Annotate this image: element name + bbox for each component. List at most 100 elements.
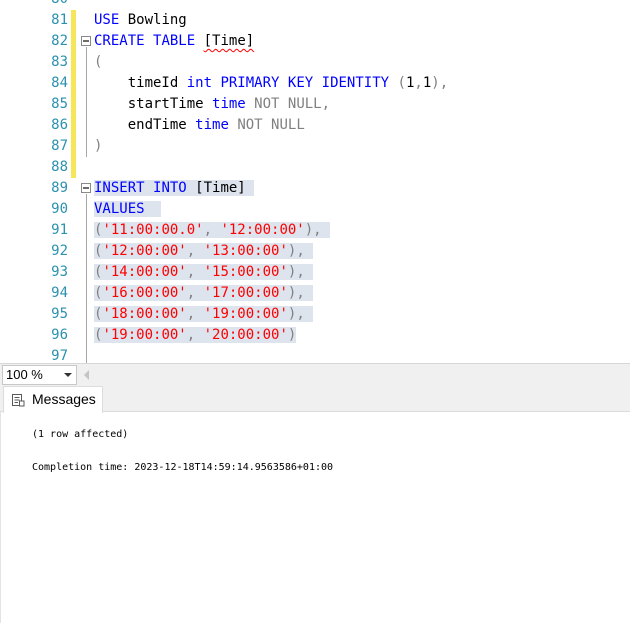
- code-line[interactable]: 96 ('19:00:00', '20:00:00'): [0, 325, 630, 346]
- line-number: 97: [51, 348, 68, 363]
- message-line: (1 row affected): [32, 429, 129, 440]
- code-line[interactable]: 87): [0, 136, 630, 157]
- code-token: '11:00:00.0': [102, 222, 204, 238]
- line-number: 86: [51, 117, 68, 133]
- code-token: '20:00:00': [203, 327, 288, 343]
- code-token: ),: [431, 75, 449, 91]
- code-token: ): [94, 138, 103, 154]
- fold-guide: [86, 47, 87, 157]
- results-pane: Messages (1 row affected) Completion tim…: [0, 385, 630, 623]
- code-text: VALUES: [94, 199, 162, 220]
- code-text: ): [94, 136, 102, 157]
- code-token: ),: [287, 285, 314, 301]
- code-line[interactable]: 81 USE Bowling: [0, 10, 630, 31]
- line-number: 82: [51, 33, 68, 49]
- query-editor[interactable]: 80 81 USE Bowling 82 CREATE TABLE [Time] 83 (8…: [0, 0, 630, 363]
- code-token: '12:00:00': [220, 222, 305, 238]
- code-token: '18:00:00': [102, 306, 187, 322]
- code-token: ),: [287, 306, 314, 322]
- line-number: 87: [51, 138, 68, 154]
- code-line[interactable]: 91 ('11:00:00.0', '12:00:00'),: [0, 220, 630, 241]
- change-marker: [71, 31, 76, 52]
- code-line[interactable]: 93 ('14:00:00', '15:00:00'),: [0, 262, 630, 283]
- code-line[interactable]: 82 CREATE TABLE [Time]: [0, 31, 630, 52]
- code-text: USE Bowling: [94, 10, 187, 31]
- code-token: timeId: [94, 75, 187, 91]
- code-token: CREATE: [94, 33, 145, 49]
- zoom-value: 100 %: [6, 367, 43, 382]
- code-text: ('18:00:00', '19:00:00'),: [94, 304, 314, 325]
- pane-border: [0, 412, 1, 623]
- code-text: ('19:00:00', '20:00:00'): [94, 325, 297, 346]
- code-token: ),: [287, 243, 314, 259]
- tab-messages[interactable]: Messages: [3, 386, 103, 413]
- code-token: ),: [287, 264, 314, 280]
- collapse-icon[interactable]: [81, 36, 91, 46]
- zoom-dropdown[interactable]: 100 %: [2, 365, 77, 385]
- code-token: '13:00:00': [203, 243, 288, 259]
- code-line[interactable]: 90 VALUES: [0, 199, 630, 220]
- code-token: ),: [304, 222, 331, 238]
- code-token: time: [212, 96, 246, 112]
- code-token: ,: [186, 306, 204, 322]
- code-token: IDENTITY: [321, 75, 390, 91]
- code-text: ('16:00:00', '17:00:00'),: [94, 283, 314, 304]
- code-text: startTime time NOT NULL,: [94, 94, 330, 115]
- code-token: VALUES: [94, 201, 145, 217]
- change-marker: [71, 157, 76, 178]
- collapse-icon[interactable]: [81, 183, 91, 193]
- line-number: 85: [51, 96, 68, 112]
- code-text: (: [94, 52, 102, 73]
- code-token: startTime: [94, 96, 213, 112]
- messages-icon: [12, 394, 25, 407]
- code-line[interactable]: 97: [0, 346, 630, 363]
- code-token: int: [186, 75, 213, 91]
- code-token: '19:00:00': [102, 327, 187, 343]
- code-text: ('14:00:00', '15:00:00'),: [94, 262, 314, 283]
- code-line[interactable]: 83 (: [0, 52, 630, 73]
- code-line[interactable]: 80: [0, 0, 630, 10]
- code-token: (: [94, 54, 103, 70]
- tab-messages-label: Messages: [32, 391, 96, 407]
- code-line[interactable]: 89 INSERT INTO [Time]: [0, 178, 630, 199]
- line-number: 91: [51, 222, 68, 238]
- code-line[interactable]: 94 ('16:00:00', '17:00:00'),: [0, 283, 630, 304]
- code-line[interactable]: 86 endTime time NOT NULL: [0, 115, 630, 136]
- code-token: PRIMARY: [220, 75, 280, 91]
- change-marker: [71, 52, 76, 73]
- code-token: NOT NULL: [254, 96, 322, 112]
- code-line[interactable]: 84 timeId int PRIMARY KEY IDENTITY (1,1)…: [0, 73, 630, 94]
- editor-status-strip: 100 %: [0, 363, 630, 385]
- code-token: [Time]: [203, 33, 255, 49]
- line-number: 90: [51, 201, 68, 217]
- code-token: endTime: [94, 117, 196, 133]
- line-number: 83: [51, 54, 68, 70]
- line-number: 88: [51, 159, 68, 175]
- code-token: [144, 180, 154, 196]
- code-token: '17:00:00': [203, 285, 288, 301]
- line-number: 89: [51, 180, 68, 196]
- change-marker: [71, 115, 76, 136]
- code-token: Bowling: [119, 12, 187, 28]
- code-text: ('11:00:00.0', '12:00:00'),: [94, 220, 331, 241]
- code-token: ,: [186, 243, 204, 259]
- code-line[interactable]: 85 startTime time NOT NULL,: [0, 94, 630, 115]
- code-token: '16:00:00': [102, 285, 187, 301]
- code-token: KEY: [287, 75, 314, 91]
- fold-guide: [86, 194, 87, 363]
- code-token: 1: [422, 75, 432, 91]
- change-marker: [71, 94, 76, 115]
- code-text: timeId int PRIMARY KEY IDENTITY (1,1),: [94, 73, 448, 94]
- arrow-left-icon[interactable]: [84, 370, 89, 380]
- code-line[interactable]: 88: [0, 157, 630, 178]
- code-line[interactable]: 92 ('12:00:00', '13:00:00'),: [0, 241, 630, 262]
- code-text: INSERT INTO [Time]: [94, 178, 255, 199]
- code-token: time: [195, 117, 229, 133]
- line-number: 95: [51, 306, 68, 322]
- change-marker: [71, 10, 76, 31]
- code-line[interactable]: 95 ('18:00:00', '19:00:00'),: [0, 304, 630, 325]
